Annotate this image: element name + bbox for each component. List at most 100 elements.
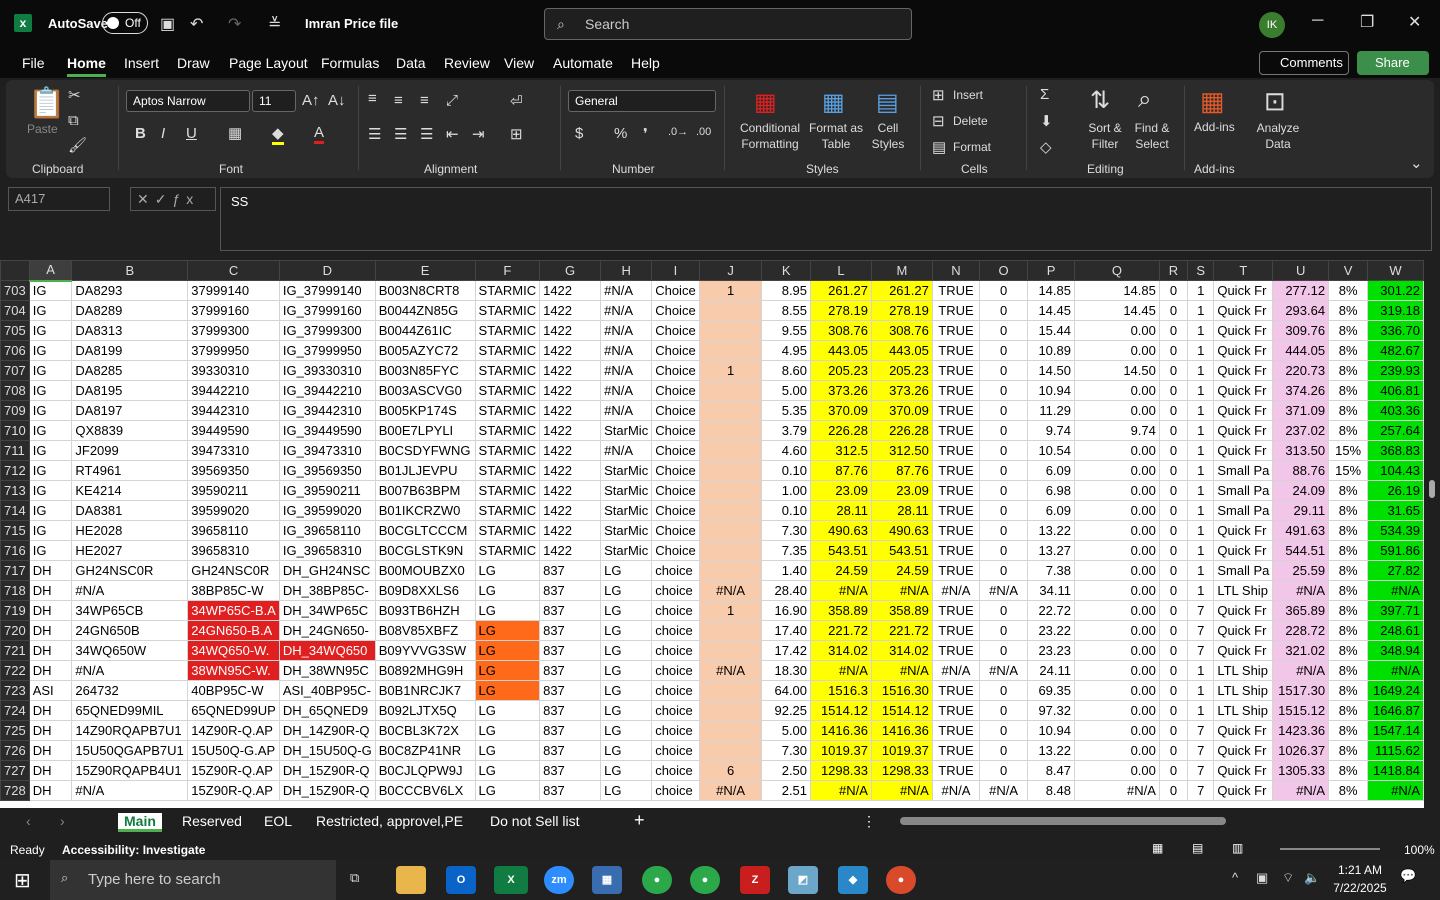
windows-start-icon[interactable]: ⊞ — [14, 868, 31, 893]
table-cell[interactable]: 39330310 — [187, 360, 280, 381]
table-cell[interactable]: 34WQ650-W. — [187, 640, 280, 661]
table-cell[interactable]: TRUE — [931, 420, 981, 441]
table-cell[interactable]: Choice — [651, 320, 700, 341]
table-cell[interactable]: Choice — [651, 520, 700, 541]
table-cell[interactable]: TRUE — [931, 720, 981, 741]
zoom-app-icon[interactable]: zm — [544, 866, 574, 894]
table-cell[interactable]: STARMIC — [474, 540, 541, 561]
table-cell[interactable]: Quick Fr — [1213, 720, 1274, 741]
table-cell[interactable]: 97.32 — [1027, 700, 1075, 721]
table-cell[interactable]: #N/A — [979, 660, 1029, 681]
table-cell[interactable]: 1 — [1187, 500, 1215, 521]
percent-icon[interactable]: % — [614, 125, 627, 142]
table-cell[interactable]: 309.76 — [1272, 320, 1330, 341]
table-cell[interactable]: 10.54 — [1027, 440, 1075, 461]
table-cell[interactable]: 8% — [1328, 360, 1369, 381]
table-cell[interactable]: 0 — [979, 480, 1029, 501]
decrease-decimal-icon[interactable]: .00 — [696, 126, 711, 138]
table-cell[interactable]: TRUE — [931, 280, 981, 301]
row-header[interactable]: 721 — [0, 640, 30, 661]
table-cell[interactable]: STARMIC — [474, 480, 541, 501]
italic-icon[interactable]: I — [161, 125, 165, 142]
table-cell[interactable]: 8% — [1328, 420, 1369, 441]
table-cell[interactable]: 7 — [1187, 620, 1215, 641]
table-cell[interactable]: 7.35 — [761, 540, 812, 561]
column-header-p[interactable]: P — [1027, 260, 1075, 281]
table-cell[interactable]: B09YVVG3SW — [374, 640, 476, 661]
table-cell[interactable]: 1 — [1187, 580, 1215, 601]
table-cell[interactable]: 0 — [979, 700, 1029, 721]
table-cell[interactable]: Quick Fr — [1213, 740, 1274, 761]
table-cell[interactable]: choice — [651, 660, 700, 681]
cell-styles-icon[interactable]: ▤ — [876, 88, 899, 117]
table-cell[interactable]: IG_39569350 — [278, 460, 376, 481]
chrome-profile-icon[interactable]: ● — [690, 866, 720, 894]
table-cell[interactable]: LG — [474, 640, 541, 661]
table-cell[interactable]: 39599020 — [187, 500, 280, 521]
table-cell[interactable]: 7.30 — [761, 740, 812, 761]
row-header[interactable]: 709 — [0, 400, 30, 421]
table-cell[interactable]: 8% — [1328, 540, 1369, 561]
table-cell[interactable]: IG — [28, 300, 73, 321]
table-cell[interactable]: #N/A — [600, 300, 653, 321]
tab-insert[interactable]: Insert — [124, 55, 159, 71]
table-cell[interactable]: TRUE — [931, 680, 981, 701]
font-color-icon[interactable]: A — [314, 124, 325, 144]
table-cell[interactable]: 308.76 — [810, 320, 872, 341]
paste-icon[interactable]: 📋 — [28, 86, 65, 121]
table-cell[interactable]: DA8199 — [71, 340, 189, 361]
table-cell[interactable]: 27.82 — [1367, 560, 1424, 581]
table-cell[interactable]: #N/A — [1272, 780, 1330, 801]
table-cell[interactable]: 0 — [979, 620, 1029, 641]
table-cell[interactable]: 8% — [1328, 480, 1369, 501]
table-cell[interactable]: TRUE — [931, 380, 981, 401]
table-cell[interactable]: 0 — [1158, 520, 1189, 541]
table-cell[interactable]: 261.27 — [870, 280, 933, 301]
table-cell[interactable] — [698, 300, 763, 321]
table-cell[interactable]: 92.25 — [761, 700, 812, 721]
table-cell[interactable]: B0C8ZP41NR — [374, 740, 476, 761]
table-cell[interactable]: 31.65 — [1367, 500, 1424, 521]
table-cell[interactable]: 28.40 — [761, 580, 812, 601]
table-cell[interactable]: #N/A — [979, 780, 1029, 801]
table-cell[interactable]: 0.00 — [1074, 520, 1160, 541]
table-cell[interactable]: Quick Fr — [1213, 780, 1274, 801]
table-cell[interactable]: 8% — [1328, 380, 1369, 401]
table-cell[interactable]: LG — [600, 680, 653, 701]
table-cell[interactable]: LG — [474, 720, 541, 741]
table-cell[interactable]: 0 — [1158, 760, 1189, 781]
table-cell[interactable]: Quick Fr — [1213, 540, 1274, 561]
table-cell[interactable]: 0.00 — [1074, 460, 1160, 481]
increase-font-icon[interactable]: A↑ — [302, 92, 320, 109]
table-cell[interactable]: 1422 — [539, 300, 602, 321]
table-cell[interactable]: 373.26 — [810, 380, 872, 401]
normal-view-icon[interactable]: ▦ — [1152, 841, 1163, 855]
table-cell[interactable]: choice — [651, 760, 700, 781]
table-cell[interactable]: 8% — [1328, 620, 1369, 641]
table-cell[interactable]: choice — [651, 640, 700, 661]
table-cell[interactable]: 23.23 — [1027, 640, 1075, 661]
row-header[interactable]: 723 — [0, 680, 30, 701]
table-cell[interactable]: TRUE — [931, 400, 981, 421]
font-size-select[interactable]: 11 — [252, 90, 296, 112]
table-cell[interactable]: 0.00 — [1074, 740, 1160, 761]
format-as-table-icon[interactable]: ▦ — [822, 88, 845, 117]
table-cell[interactable]: B007B63BPM — [374, 480, 476, 501]
table-cell[interactable]: 1422 — [539, 420, 602, 441]
table-cell[interactable]: #N/A — [870, 660, 933, 681]
table-cell[interactable]: 65QNED99MIL — [71, 700, 189, 721]
delete-cells-button[interactable]: Delete — [953, 114, 988, 128]
table-cell[interactable]: 1019.37 — [810, 740, 872, 761]
table-cell[interactable]: 17.40 — [761, 620, 812, 641]
table-cell[interactable]: TRUE — [931, 460, 981, 481]
row-header[interactable]: 710 — [0, 420, 30, 441]
table-cell[interactable]: B0CJLQPW9J — [374, 760, 476, 781]
table-cell[interactable]: IG — [28, 460, 73, 481]
table-cell[interactable]: LG — [600, 640, 653, 661]
table-cell[interactable]: 0 — [979, 360, 1029, 381]
table-cell[interactable]: 0 — [1158, 480, 1189, 501]
table-cell[interactable]: Choice — [651, 340, 700, 361]
table-cell[interactable]: IG — [28, 320, 73, 341]
tab-formulas[interactable]: Formulas — [321, 55, 379, 71]
sort-filter-icon[interactable]: ⇅ — [1090, 86, 1110, 115]
